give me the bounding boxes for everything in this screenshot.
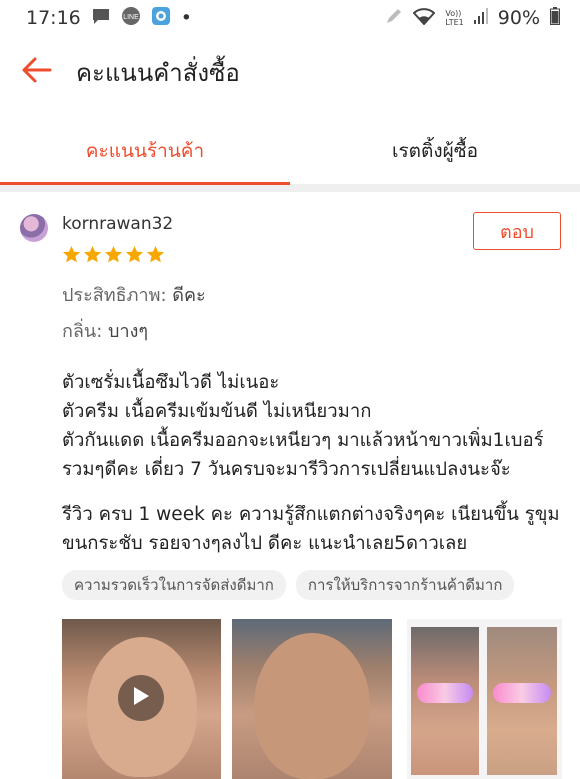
status-bar: 17:16 LINE • Vo)) LTE1 90% xyxy=(0,0,580,36)
review-line: ตัวครีม เนื้อครีมเข้มข้นดี ไม่เหนียวมาก xyxy=(62,401,372,422)
review-paragraph-1: ตัวเซรั่มเนื้อซึมไวดี ไม่เนอะ ตัวครีม เน… xyxy=(62,368,572,484)
battery-icon xyxy=(550,6,560,30)
tab-buyer-rating[interactable]: เรตติ้งผู้ซื้อ xyxy=(290,118,580,184)
star-icon xyxy=(62,245,81,263)
reviewer-username: kornrawan32 xyxy=(62,214,174,234)
battery-percent: 90% xyxy=(497,7,540,29)
page-title: คะแนนคำสั่งซื้อ xyxy=(76,58,240,87)
review-text: ตัวเซรั่มเนื้อซึมไวดี ไม่เนอะ ตัวครีม เน… xyxy=(62,368,572,574)
review-photo[interactable] xyxy=(232,619,392,779)
review-line: ตัวกันแดด เนื้อครีมออกจะเหนียวๆ มาแล้วหน… xyxy=(62,430,544,451)
tab-buyer-rating-label: เรตติ้งผู้ซื้อ xyxy=(391,140,479,162)
play-button[interactable] xyxy=(118,675,164,721)
arrow-left-icon xyxy=(20,56,52,88)
star-icon xyxy=(125,245,144,263)
lte-indicator: Vo)) LTE1 xyxy=(445,9,463,27)
lte-bottom-label: LTE1 xyxy=(445,18,464,27)
attribute-scent: กลิ่น: บางๆ xyxy=(62,316,148,345)
review-tags: ความรวดเร็วในการจัดส่งดีมาก การให้บริการ… xyxy=(62,570,515,600)
review-line: ตัวเซรั่มเนื้อซึมไวดี ไม่เนอะ xyxy=(62,372,280,393)
star-icon xyxy=(83,245,102,263)
tab-bar: คะแนนร้านค้า เรตติ้งผู้ซื้อ xyxy=(0,118,580,192)
before-after-photo[interactable] xyxy=(407,619,562,779)
review-paragraph-2: รีวิว ครบ 1 week คะ ความรู้สึกแตกต่างจริ… xyxy=(62,500,572,558)
status-dot: • xyxy=(180,7,192,29)
status-time: 17:16 xyxy=(26,7,81,29)
avatar[interactable] xyxy=(20,214,48,242)
face-shape xyxy=(254,633,370,779)
star-rating xyxy=(62,245,165,264)
eye-blur-sticker xyxy=(493,683,551,703)
attribute-key: ประสิทธิภาพ: xyxy=(62,285,167,306)
svg-text:LINE: LINE xyxy=(123,14,139,21)
eye-blur-sticker xyxy=(417,683,473,703)
video-thumbnail[interactable] xyxy=(62,619,221,779)
camera-app-icon xyxy=(151,6,171,31)
line-icon: LINE xyxy=(121,6,141,31)
tab-shop-rating-label: คะแนนร้านค้า xyxy=(85,140,205,162)
tag-fast-delivery: ความรวดเร็วในการจัดส่งดีมาก xyxy=(62,570,286,600)
wifi-icon xyxy=(412,7,436,30)
message-icon xyxy=(91,7,111,30)
lte-top-label: Vo)) xyxy=(445,9,462,18)
attribute-value: ดีคะ xyxy=(172,285,206,306)
review-line: ขนกระชับ รอยจางๆลงไป ดีคะ แนะนำเลย5ดาวเล… xyxy=(62,533,468,554)
reply-button[interactable]: ตอบ xyxy=(473,212,561,250)
review-line: รวมๆดีคะ เดี่ยว 7 วันครบจะมารีวิวการเปลี… xyxy=(62,459,511,480)
attribute-efficiency: ประสิทธิภาพ: ดีคะ xyxy=(62,280,206,309)
attribute-value: บางๆ xyxy=(108,321,149,342)
pen-icon xyxy=(385,7,403,30)
play-icon xyxy=(131,685,151,711)
back-button[interactable] xyxy=(16,52,56,92)
tab-shop-rating[interactable]: คะแนนร้านค้า xyxy=(0,118,290,185)
after-photo xyxy=(487,627,557,775)
star-icon xyxy=(146,245,165,263)
before-photo xyxy=(411,627,479,775)
review-line: รีวิว ครบ 1 week คะ ความรู้สึกแตกต่างจริ… xyxy=(62,504,560,525)
star-icon xyxy=(104,245,123,263)
app-bar: คะแนนคำสั่งซื้อ xyxy=(0,36,580,108)
review-card: kornrawan32 ตอบ ประสิทธิภาพ: ดีคะ กลิ่น:… xyxy=(0,192,580,779)
tag-good-service: การให้บริการจากร้านค้าดีมาก xyxy=(295,570,515,600)
signal-icon xyxy=(473,7,488,29)
attribute-key: กลิ่น: xyxy=(62,321,103,342)
